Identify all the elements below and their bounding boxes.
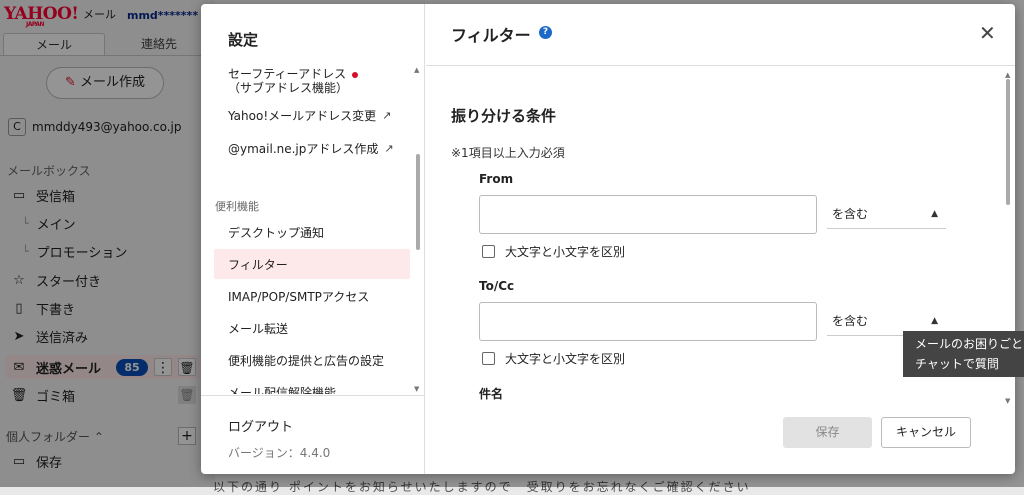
nav-ymail-address[interactable]: @ymail.ne.jpアドレス作成 ↗	[214, 133, 410, 163]
help-icon[interactable]: ?	[539, 26, 552, 39]
nav-filter[interactable]: フィルター	[214, 249, 410, 279]
settings-dialog: 設定 セーフティーアドレス （サブアドレス機能） Yahoo!メールアドレス変更…	[201, 4, 1015, 474]
form-scrollbar[interactable]	[1006, 79, 1010, 205]
nav-scrollbar[interactable]	[416, 154, 420, 250]
select-arrows-icon: ▲	[931, 209, 938, 219]
nav-safety-address[interactable]: セーフティーアドレス （サブアドレス機能）	[214, 62, 410, 100]
notification-dot-icon	[352, 72, 359, 78]
from-label: From	[479, 172, 514, 186]
close-icon[interactable]: ✕	[979, 22, 996, 44]
filter-footer: 保存 キャンセル	[426, 404, 1015, 474]
checkbox[interactable]	[482, 352, 495, 365]
scroll-up-icon[interactable]: ▲	[414, 66, 419, 74]
to-case-sensitive[interactable]: 大文字と小文字を区別	[482, 350, 625, 367]
settings-nav-list[interactable]: セーフティーアドレス （サブアドレス機能） Yahoo!メールアドレス変更 ↗ @…	[201, 60, 425, 394]
external-link-icon: ↗	[384, 141, 394, 155]
tooltip-line-1: メールのお困りごとは	[915, 337, 1024, 351]
subject-label: 件名	[479, 387, 504, 401]
from-match-select[interactable]: を含む ▲	[827, 199, 946, 229]
nav-imap[interactable]: IMAP/POP/SMTPアクセス	[214, 281, 410, 311]
conditions-title: 振り分ける条件	[451, 107, 557, 125]
save-button[interactable]: 保存	[783, 417, 872, 448]
scroll-down-icon[interactable]: ▼	[414, 385, 419, 393]
version-label: バージョン：4.4.0	[228, 446, 331, 460]
required-note: ※1項目以上入力必須	[451, 146, 565, 160]
nav-section-useful: 便利機能	[215, 200, 259, 213]
filter-header: フィルター ? ✕	[426, 4, 1015, 66]
settings-nav-panel: 設定 セーフティーアドレス （サブアドレス機能） Yahoo!メールアドレス変更…	[201, 4, 425, 474]
to-input[interactable]	[479, 302, 817, 341]
settings-title: 設定	[228, 31, 259, 49]
scroll-down-icon[interactable]: ▼	[1005, 397, 1010, 404]
cancel-button[interactable]: キャンセル	[881, 417, 971, 448]
from-case-sensitive[interactable]: 大文字と小文字を区別	[482, 243, 625, 260]
filter-title: フィルター	[451, 26, 531, 45]
nav-unsubscribe[interactable]: メール配信解除機能	[214, 377, 410, 395]
logout-link[interactable]: ログアウト	[228, 416, 293, 435]
settings-nav-footer: ログアウト バージョン：4.4.0	[201, 395, 425, 474]
from-input[interactable]	[479, 195, 817, 234]
nav-desktop-notify[interactable]: デスクトップ通知	[214, 217, 410, 247]
nav-change-address[interactable]: Yahoo!メールアドレス変更 ↗	[214, 100, 410, 130]
checkbox[interactable]	[482, 245, 495, 258]
nav-ads[interactable]: 便利機能の提供と広告の設定	[214, 345, 410, 375]
tooltip-line-2: チャットで質問	[915, 357, 999, 371]
nav-forward[interactable]: メール転送	[214, 313, 410, 343]
help-chat-tooltip[interactable]: メールのお困りごとは チャットで質問	[903, 331, 1024, 377]
external-link-icon: ↗	[382, 108, 392, 122]
filter-panel: フィルター ? ✕ 振り分ける条件 ※1項目以上入力必須 From を含む ▲ 大…	[426, 4, 1015, 474]
scroll-up-icon[interactable]: ▲	[1005, 71, 1010, 79]
to-label: To/Cc	[479, 279, 515, 293]
